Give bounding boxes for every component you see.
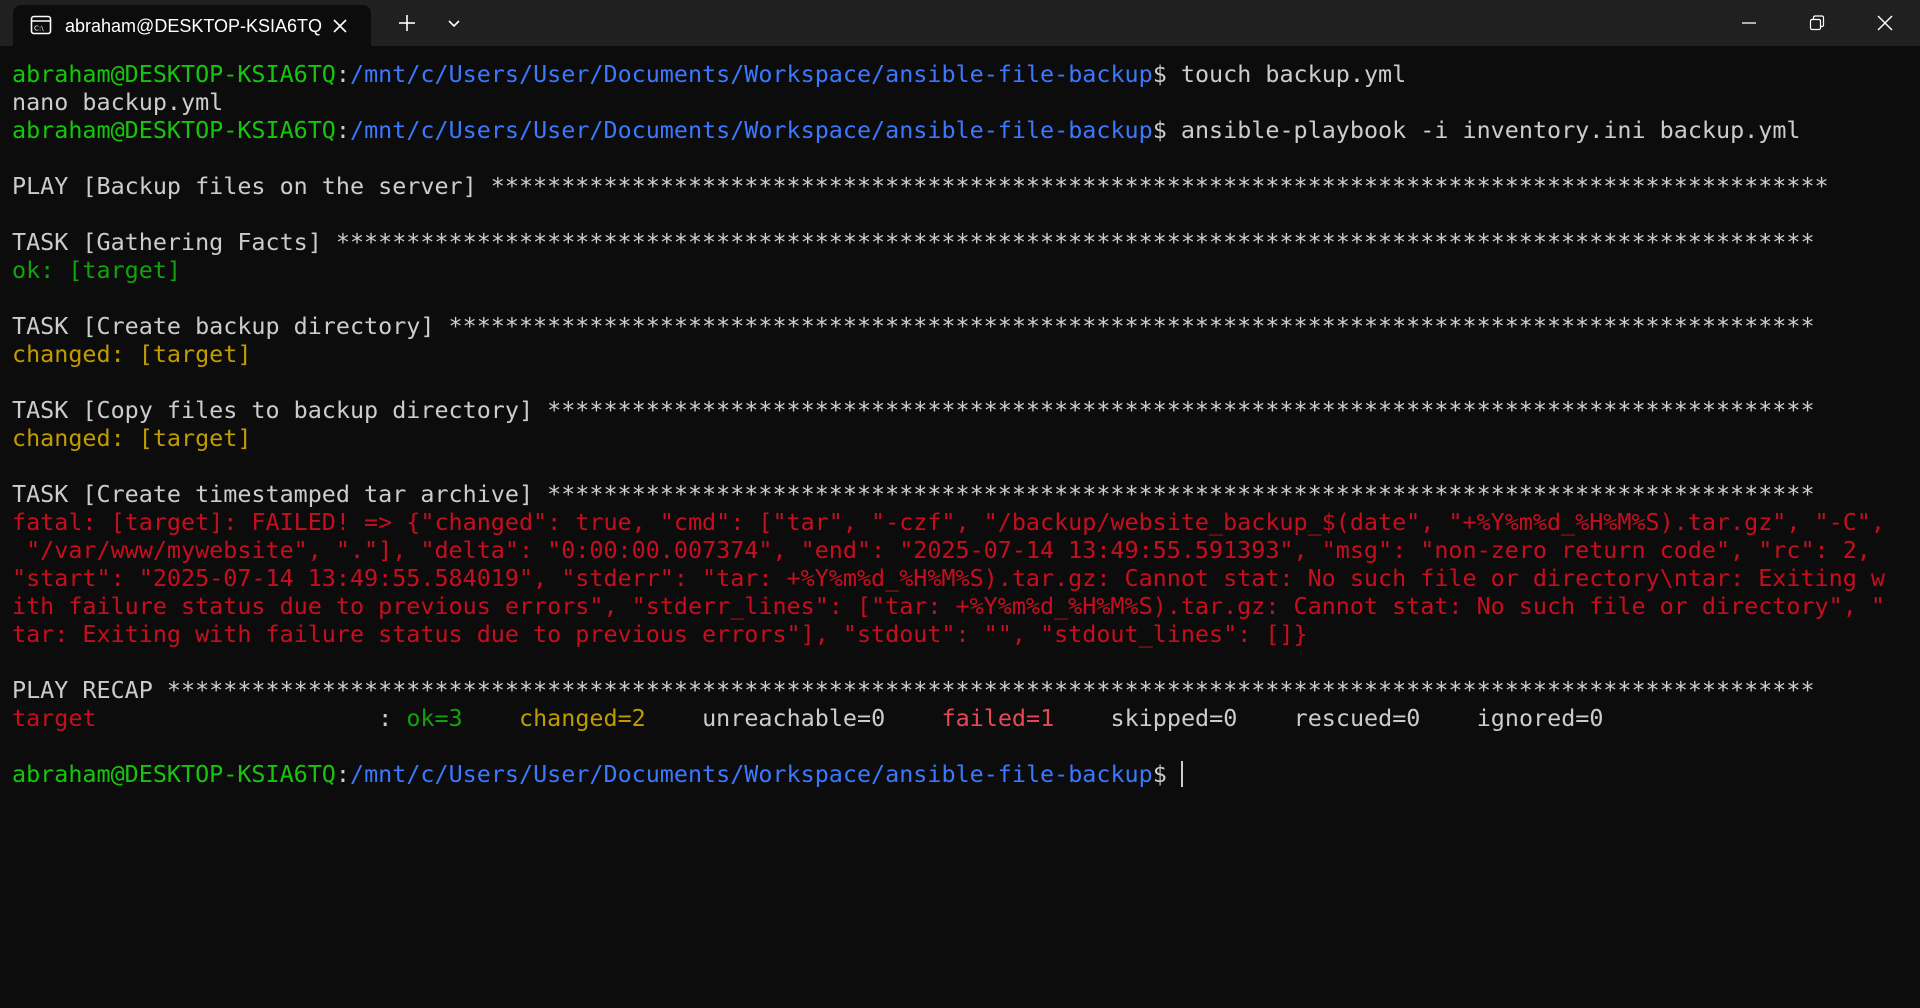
recap-unreachable: unreachable=0: [702, 704, 886, 732]
recap-host: target: [12, 704, 97, 732]
prompt-path: /mnt/c/Users/User/Documents/Workspace/an…: [350, 60, 1153, 88]
prompt-user: abraham@DESKTOP-KSIA6TQ: [12, 116, 336, 144]
recap-row: target : ok=3 changed=2 unreachable=0 fa…: [12, 704, 1604, 732]
prompt-line: abraham@DESKTOP-KSIA6TQ:/mnt/c/Users/Use…: [12, 60, 1407, 88]
minimize-icon: [1742, 22, 1756, 24]
prompt-user: abraham@DESKTOP-KSIA6TQ: [12, 760, 336, 788]
prompt-line-active[interactable]: abraham@DESKTOP-KSIA6TQ:/mnt/c/Users/Use…: [12, 760, 1912, 788]
restore-icon: [1809, 15, 1825, 31]
command-text: touch backup.yml: [1180, 60, 1407, 88]
recap-ignored: ignored=0: [1476, 704, 1604, 732]
recap-rescued: rescued=0: [1293, 704, 1421, 732]
prompt-line: abraham@DESKTOP-KSIA6TQ:/mnt/c/Users/Use…: [12, 116, 1801, 144]
command-text: ansible-playbook -i inventory.ini backup…: [1180, 116, 1801, 144]
task-result-ok: ok: [target]: [12, 256, 181, 284]
fatal-error-line: "start": "2025-07-14 13:49:55.584019", "…: [12, 564, 1885, 592]
fatal-error-line: "/var/www/mywebsite", "."], "delta": "0:…: [12, 536, 1871, 564]
terminal-icon: C:\: [30, 14, 52, 36]
close-window-button[interactable]: [1851, 0, 1919, 46]
task-result-changed: changed: [target]: [12, 340, 252, 368]
fatal-error-line: ith failure status due to previous error…: [12, 592, 1885, 620]
chevron-down-icon[interactable]: [442, 11, 466, 35]
close-icon: [1877, 15, 1893, 31]
task-header: TASK [Create timestamped tar archive] **…: [12, 480, 1815, 508]
new-tab-plus-icon[interactable]: [395, 11, 419, 35]
tab-close-icon[interactable]: [328, 14, 352, 38]
output-line: nano backup.yml: [12, 88, 224, 116]
recap-failed: failed=1: [941, 704, 1055, 732]
task-header: TASK [Gathering Facts] *****************…: [12, 228, 1815, 256]
task-header: TASK [Copy files to backup directory] **…: [12, 396, 1815, 424]
play-recap-header: PLAY RECAP *****************************…: [12, 676, 1815, 704]
title-bar: C:\ abraham@DESKTOP-KSIA6TQ: [0, 0, 1920, 46]
task-header: TASK [Create backup directory] *********…: [12, 312, 1815, 340]
recap-ok: ok=3: [406, 704, 463, 732]
prompt-user: abraham@DESKTOP-KSIA6TQ: [12, 60, 336, 88]
task-result-changed: changed: [target]: [12, 424, 252, 452]
prompt-path: /mnt/c/Users/User/Documents/Workspace/an…: [350, 116, 1153, 144]
terminal-tab[interactable]: C:\ abraham@DESKTOP-KSIA6TQ: [13, 5, 371, 46]
text-cursor[interactable]: [1180, 761, 1183, 787]
play-header: PLAY [Backup files on the server] ******…: [12, 172, 1829, 200]
prompt-path: /mnt/c/Users/User/Documents/Workspace/an…: [350, 760, 1153, 788]
tab-title: abraham@DESKTOP-KSIA6TQ: [65, 16, 323, 36]
terminal-output[interactable]: abraham@DESKTOP-KSIA6TQ:/mnt/c/Users/Use…: [12, 60, 1912, 1000]
fatal-error-line: tar: Exiting with failure status due to …: [12, 620, 1308, 648]
recap-skipped: skipped=0: [1110, 704, 1238, 732]
fatal-error-line: fatal: [target]: FAILED! => {"changed": …: [12, 508, 1885, 536]
recap-changed: changed=2: [519, 704, 646, 732]
minimize-button[interactable]: [1715, 0, 1783, 46]
restore-button[interactable]: [1783, 0, 1851, 46]
svg-text:C:\: C:\: [34, 25, 44, 33]
